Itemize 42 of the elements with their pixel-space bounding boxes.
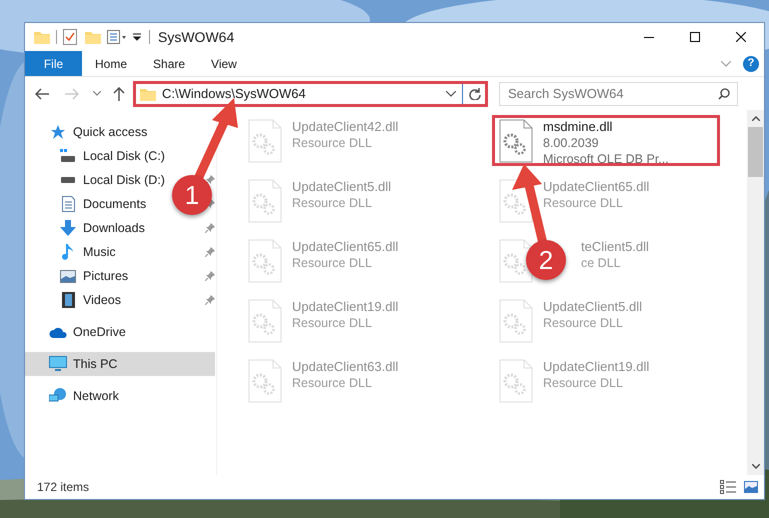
file-name: teClient5.dll (581, 239, 649, 255)
sidebar-item[interactable]: Documents (25, 192, 171, 216)
sidebar-item[interactable]: Pictures (25, 264, 171, 288)
file-detail: ce DLL (581, 255, 621, 271)
file-detail: Microsoft OLE DB Pr... (543, 151, 669, 167)
sidebar-item[interactable]: Local Disk (D:) (25, 168, 171, 192)
file-detail: Resource DLL (543, 375, 623, 391)
window-title: SysWOW64 (158, 28, 234, 47)
item-count: 172 items (37, 479, 90, 496)
file-item[interactable]: msdmine.dll 8.00.2039 Microsoft OLE DB Pr... (492, 115, 720, 166)
file-detail: Resource DLL (543, 315, 623, 331)
file-detail: Resource DLL (292, 375, 372, 391)
file-name: UpdateClient19.dll (292, 299, 398, 315)
file-name: UpdateClient19.dll (543, 359, 650, 375)
ribbon-tab[interactable]: View (198, 51, 250, 76)
ribbon-tab[interactable]: Share (140, 51, 198, 76)
file-detail: Resource DLL (292, 135, 372, 151)
file-name: UpdateClient65.dll (543, 179, 650, 195)
sidebar-item[interactable]: Local Disk (C:) (25, 144, 171, 168)
sidebar-item[interactable]: OneDrive (25, 320, 171, 344)
file-detail: Resource DLL (292, 255, 372, 271)
file-detail: Resource DLL (292, 195, 372, 211)
file-name: UpdateClient5.dll (543, 299, 642, 315)
ribbon-tab[interactable]: File (25, 51, 82, 76)
file-name: UpdateClient65.dll (292, 239, 398, 255)
address-field[interactable]: C:\Windows\SysWOW64 (133, 80, 488, 106)
file-detail: Resource DLL (292, 315, 372, 331)
file-detail: 8.00.2039 (543, 135, 599, 151)
sidebar-item[interactable]: Videos (25, 288, 171, 312)
help-icon[interactable]: ? (743, 56, 759, 72)
file-name: UpdateClient63.dll (292, 359, 398, 375)
ribbon-tab[interactable]: Home (82, 51, 140, 76)
sidebar-item[interactable]: This PC (25, 352, 215, 376)
sidebar-item[interactable]: Network (25, 384, 171, 408)
sidebar-item[interactable]: Downloads (25, 216, 171, 240)
file-name: UpdateClient5.dll (292, 179, 392, 195)
sidebar-item[interactable]: Quick access (25, 120, 171, 144)
search-field[interactable]: Search SysWOW64 (499, 82, 738, 106)
file-name: msdmine.dll (543, 119, 612, 135)
file-detail: Resource DLL (543, 195, 623, 211)
sidebar-item[interactable]: Music (25, 240, 171, 264)
file-name: UpdateClient42.dll (292, 119, 398, 135)
